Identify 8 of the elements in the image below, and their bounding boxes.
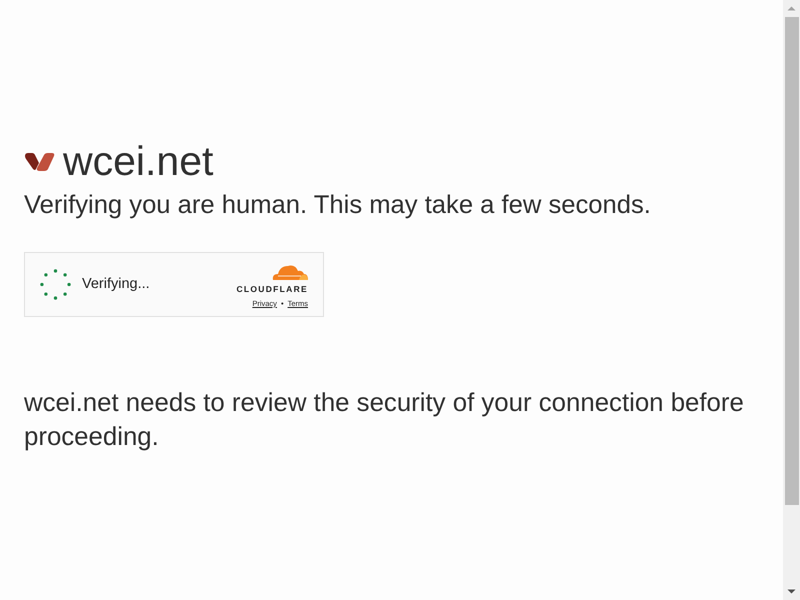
security-message: wcei.net needs to review the security of your connection before proceeding. [24, 388, 745, 454]
spinner-icon [40, 269, 71, 300]
verification-heading: Verifying you are human. This may take a few seconds. [24, 190, 652, 222]
verifying-status: Verifying... [82, 275, 150, 294]
scrollbar-thumb[interactable] [784, 17, 798, 505]
site-title: wcei.net [63, 137, 214, 186]
logo-icon [24, 152, 55, 172]
brand-wordmark: CLOUDFLARE [236, 285, 308, 294]
